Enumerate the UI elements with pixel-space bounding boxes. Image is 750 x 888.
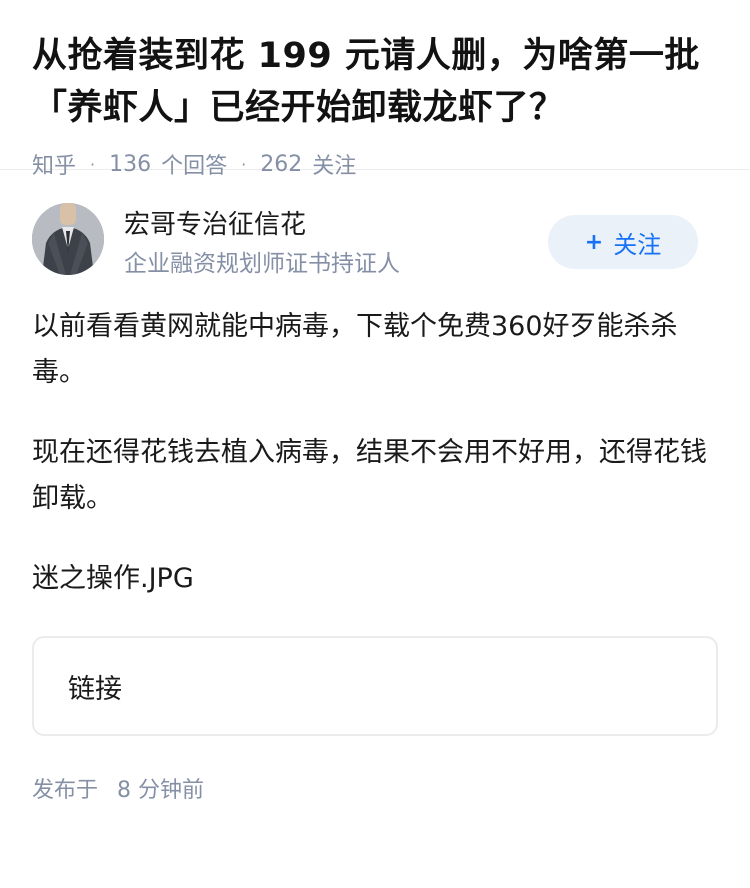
question-title[interactable]: 从抢着装到花 199 元请人删，为啥第一批「养虾人」已经开始卸载龙虾了？: [32, 30, 722, 134]
answer-paragraph: 迷之操作.JPG: [32, 563, 194, 594]
answer-body: 以前看看黄网就能中病毒，下载个免费360好歹能杀杀毒。 现在还得花钱去植入病毒，…: [32, 304, 718, 804]
link-card-label: 链接: [68, 673, 122, 705]
avatar-image: [32, 203, 104, 275]
question-header: 从抢着装到花 199 元请人删，为啥第一批「养虾人」已经开始卸载龙虾了？ 知乎 …: [0, 0, 750, 179]
author-name[interactable]: 宏哥专治征信花: [124, 204, 306, 241]
author-row: 宏哥专治征信花 企业融资规划师证书持证人 + 关注: [32, 170, 718, 300]
author-bio: 企业融资规划师证书持证人: [124, 251, 400, 277]
answer-paragraph: 以前看看黄网就能中病毒，下载个免费360好歹能杀杀毒。: [32, 311, 678, 388]
answer-paragraph: 现在还得花钱去植入病毒，结果不会用不好用，还得花钱卸载。: [32, 437, 707, 514]
publish-time: 8 分钟前: [117, 778, 205, 803]
plus-icon: +: [584, 229, 604, 255]
follow-button[interactable]: + 关注: [548, 215, 698, 269]
answer-card: 宏哥专治征信花 企业融资规划师证书持证人 + 关注 以前看看黄网就能中病毒，下载…: [0, 170, 750, 804]
link-card[interactable]: 链接: [32, 636, 718, 736]
avatar[interactable]: [32, 203, 104, 275]
publish-meta: 发布于 8 分钟前: [32, 772, 718, 804]
publish-label: 发布于: [32, 778, 99, 803]
follow-button-label: 关注: [613, 230, 662, 259]
